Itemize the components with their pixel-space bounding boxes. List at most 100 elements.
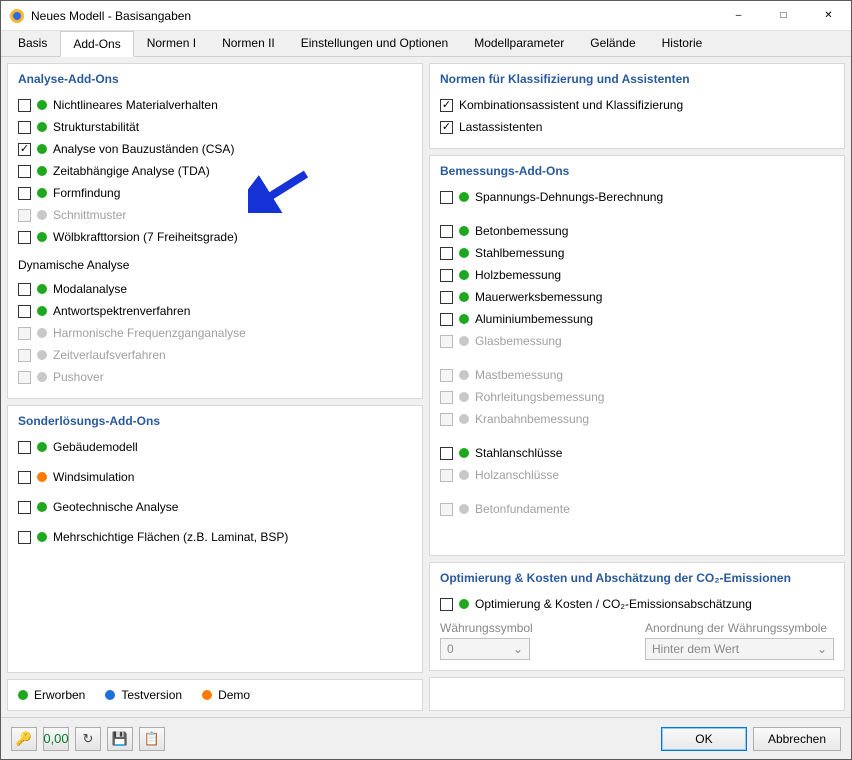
- option-label: Kranbahnbemessung: [475, 412, 589, 426]
- checkbox[interactable]: [440, 225, 453, 238]
- checkbox: [18, 371, 31, 384]
- panel-normen: Normen für Klassifizierung und Assistent…: [429, 63, 845, 149]
- panel-title: Sonderlösungs-Add-Ons: [18, 414, 412, 428]
- checkbox[interactable]: [18, 531, 31, 544]
- status-dot: [37, 210, 47, 220]
- status-dot: [37, 328, 47, 338]
- close-button[interactable]: ✕: [806, 1, 851, 30]
- tab-bar: BasisAdd-OnsNormen INormen IIEinstellung…: [1, 31, 851, 57]
- tool-save-icon[interactable]: 💾: [107, 727, 133, 751]
- checkbox: [440, 503, 453, 516]
- chevron-down-icon: ⌄: [513, 642, 523, 656]
- checkbox[interactable]: [440, 191, 453, 204]
- app-icon: [9, 8, 25, 24]
- tab-add-ons[interactable]: Add-Ons: [60, 31, 133, 57]
- checkbox[interactable]: [440, 313, 453, 326]
- option-label: Antwortspektrenverfahren: [53, 304, 190, 318]
- status-dot: [459, 448, 469, 458]
- dynamic-analysis-heading: Dynamische Analyse: [18, 258, 412, 272]
- checkbox[interactable]: [18, 283, 31, 296]
- checkbox[interactable]: [440, 269, 453, 282]
- status-dot: [459, 470, 469, 480]
- titlebar: Neues Modell - Basisangaben – □ ✕: [1, 1, 851, 31]
- checkbox[interactable]: [440, 121, 453, 134]
- checkbox: [440, 369, 453, 382]
- minimize-button[interactable]: –: [716, 1, 761, 30]
- option-label: Holzanschlüsse: [475, 468, 559, 482]
- tab-basis[interactable]: Basis: [5, 30, 60, 56]
- tool-copy-icon[interactable]: 📋: [139, 727, 165, 751]
- tab-einstellungen-und-optionen[interactable]: Einstellungen und Optionen: [288, 30, 461, 56]
- checkbox: [440, 413, 453, 426]
- window-buttons: – □ ✕: [716, 1, 851, 30]
- status-dot: [459, 370, 469, 380]
- checkbox[interactable]: [18, 305, 31, 318]
- tab-modellparameter[interactable]: Modellparameter: [461, 30, 577, 56]
- checkbox[interactable]: [18, 187, 31, 200]
- label-optimierung: Optimierung & Kosten / CO₂-Emissionsabsc…: [475, 597, 752, 611]
- chevron-down-icon: ⌄: [817, 642, 827, 656]
- tab-historie[interactable]: Historie: [649, 30, 716, 56]
- status-dot: [37, 306, 47, 316]
- maximize-button[interactable]: □: [761, 1, 806, 30]
- checkbox: [18, 209, 31, 222]
- checkbox[interactable]: [18, 121, 31, 134]
- checkbox[interactable]: [18, 471, 31, 484]
- option-label: Pushover: [53, 370, 104, 384]
- legend-label: Demo: [218, 688, 250, 702]
- tool-units-icon[interactable]: 0,00: [43, 727, 69, 751]
- cancel-button[interactable]: Abbrechen: [753, 727, 841, 751]
- tool-key-icon[interactable]: 🔑: [11, 727, 37, 751]
- checkbox[interactable]: [440, 99, 453, 112]
- tab-gel-nde[interactable]: Gelände: [577, 30, 648, 56]
- window-title: Neues Modell - Basisangaben: [31, 9, 716, 23]
- currency-dropdown[interactable]: 0⌄: [440, 638, 530, 660]
- checkbox[interactable]: [18, 99, 31, 112]
- panel-title: Bemessungs-Add-Ons: [440, 164, 834, 178]
- status-dot: [459, 336, 469, 346]
- tool-refresh-icon[interactable]: ↻: [75, 727, 101, 751]
- option-label: Wölbkrafttorsion (7 Freiheitsgrade): [53, 230, 238, 244]
- checkbox[interactable]: [440, 447, 453, 460]
- status-dot: [37, 532, 47, 542]
- panel-bemessung: Bemessungs-Add-Ons Spannungs-Dehnungs-Be…: [429, 155, 845, 556]
- option-label: Stahlbemessung: [475, 246, 564, 260]
- arrangement-value: Hinter dem Wert: [652, 642, 739, 656]
- panel-sonderloesungs-addons: Sonderlösungs-Add-Ons GebäudemodellWinds…: [7, 405, 423, 673]
- checkbox[interactable]: [18, 165, 31, 178]
- currency-value: 0: [447, 642, 454, 656]
- checkbox[interactable]: [18, 501, 31, 514]
- panel-title: Analyse-Add-Ons: [18, 72, 412, 86]
- ok-button[interactable]: OK: [661, 727, 747, 751]
- option-label: Spannungs-Dehnungs-Berechnung: [475, 190, 663, 204]
- tab-normen-ii[interactable]: Normen II: [209, 30, 288, 56]
- checkbox[interactable]: [18, 231, 31, 244]
- option-label: Betonbemessung: [475, 224, 568, 238]
- checkbox[interactable]: [440, 247, 453, 260]
- panel-title: Normen für Klassifizierung und Assistent…: [440, 72, 834, 86]
- checkbox[interactable]: [18, 143, 31, 156]
- status-dot: [37, 122, 47, 132]
- status-dot: [37, 100, 47, 110]
- option-label: Schnittmuster: [53, 208, 126, 222]
- checkbox[interactable]: [18, 441, 31, 454]
- arrangement-dropdown[interactable]: Hinter dem Wert ⌄: [645, 638, 834, 660]
- status-dot: [459, 226, 469, 236]
- status-dot: [37, 442, 47, 452]
- dialog-window: Neues Modell - Basisangaben – □ ✕ BasisA…: [0, 0, 852, 760]
- status-dot: [37, 232, 47, 242]
- option-label: Strukturstabilität: [53, 120, 139, 134]
- checkbox[interactable]: [440, 291, 453, 304]
- option-label: Rohrleitungsbemessung: [475, 390, 604, 404]
- checkbox-optimierung[interactable]: [440, 598, 453, 611]
- option-label: Mauerwerksbemessung: [475, 290, 602, 304]
- checkbox: [440, 335, 453, 348]
- legend-label: Erworben: [34, 688, 85, 702]
- legend-label: Testversion: [121, 688, 182, 702]
- option-label: Kombinationsassistent und Klassifizierun…: [459, 98, 683, 112]
- status-dot: [459, 192, 469, 202]
- checkbox: [440, 391, 453, 404]
- tab-normen-i[interactable]: Normen I: [134, 30, 209, 56]
- status-dot: [459, 314, 469, 324]
- panel-title: Optimierung & Kosten und Abschätzung der…: [440, 571, 834, 585]
